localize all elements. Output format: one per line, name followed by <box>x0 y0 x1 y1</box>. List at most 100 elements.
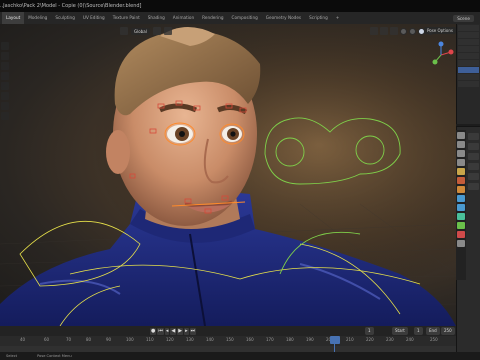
ruler-tick: 220 <box>366 337 374 342</box>
orientation-icon[interactable] <box>120 27 128 35</box>
play-reverse-icon[interactable]: ◀ <box>170 327 177 335</box>
world-props-icon[interactable] <box>457 177 465 184</box>
outliner-row[interactable] <box>458 60 479 66</box>
outliner-row-selected[interactable] <box>458 67 479 73</box>
start-frame-label: Start <box>392 327 408 335</box>
tab-sculpting[interactable]: Sculpting <box>51 12 79 24</box>
ruler-tick: 100 <box>126 337 134 342</box>
select-tool-icon[interactable] <box>1 42 9 50</box>
ruler-tick: 130 <box>186 337 194 342</box>
play-icon[interactable]: ▶ <box>177 327 184 335</box>
prop-field[interactable] <box>468 163 479 170</box>
prop-field[interactable] <box>468 153 479 160</box>
rotate-tool-icon[interactable] <box>1 72 9 80</box>
tool-props-icon[interactable] <box>457 132 465 139</box>
scene-props-icon[interactable] <box>457 168 465 175</box>
view-layer-icon[interactable] <box>457 159 465 166</box>
output-props-icon[interactable] <box>457 150 465 157</box>
prev-key-icon[interactable]: ◂ <box>164 327 170 335</box>
status-select-hint: Select <box>6 354 18 358</box>
tab-compositing[interactable]: Compositing <box>228 12 262 24</box>
prop-field[interactable] <box>468 183 479 190</box>
ruler-tick: 230 <box>386 337 394 342</box>
annotate-tool-icon[interactable] <box>1 102 9 110</box>
next-key-icon[interactable]: ▸ <box>184 327 189 335</box>
tab-animation[interactable]: Animation <box>169 12 198 24</box>
record-icon[interactable]: ● <box>150 327 157 335</box>
ruler-tick: 180 <box>286 337 294 342</box>
outliner-row[interactable] <box>458 81 479 87</box>
tool-shelf <box>0 40 10 180</box>
tab-modeling[interactable]: Modeling <box>24 12 51 24</box>
tab-scripting[interactable]: Scripting <box>305 12 332 24</box>
physics-props-icon[interactable] <box>457 213 465 220</box>
playhead-line <box>334 344 335 352</box>
material-props-icon[interactable] <box>457 240 465 247</box>
overlay-toggle-icon[interactable] <box>390 27 398 35</box>
status-context-menu-hint: Pose Context Menu <box>37 354 72 358</box>
outliner-panel <box>456 24 480 124</box>
measure-tool-icon[interactable] <box>1 112 9 120</box>
character-render <box>0 24 456 326</box>
tab-geometry-nodes[interactable]: Geometry Nodes <box>262 12 305 24</box>
playback-controls: ● ⏮ ◂ ◀ ▶ ▸ ⏭ <box>150 326 197 336</box>
cursor-tool-icon[interactable] <box>1 52 9 60</box>
timeline-playhead[interactable] <box>330 336 340 344</box>
prop-field[interactable] <box>468 173 479 180</box>
outliner-row[interactable] <box>458 39 479 45</box>
ruler-tick: 240 <box>406 337 414 342</box>
outliner-row[interactable] <box>458 32 479 38</box>
ruler-tick: 150 <box>226 337 234 342</box>
scale-tool-icon[interactable] <box>1 82 9 90</box>
end-frame-field[interactable]: 250 <box>441 327 455 335</box>
current-frame-field[interactable]: 1 <box>365 327 374 335</box>
scene-selector[interactable]: Scene <box>453 14 474 22</box>
data-props-icon[interactable] <box>457 231 465 238</box>
start-frame-field[interactable]: 1 <box>414 327 423 335</box>
tab-layout[interactable]: Layout <box>2 12 25 24</box>
outliner-row[interactable] <box>458 74 479 80</box>
render-props-icon[interactable] <box>457 141 465 148</box>
properties-tabs <box>456 130 466 280</box>
transform-orientation-dropdown[interactable]: Global <box>131 27 150 35</box>
jump-start-icon[interactable]: ⏮ <box>157 327 164 335</box>
prop-field[interactable] <box>468 143 479 150</box>
constraints-props-icon[interactable] <box>457 222 465 229</box>
ruler-tick: 170 <box>266 337 274 342</box>
move-tool-icon[interactable] <box>1 62 9 70</box>
tab-texture-paint[interactable]: Texture Paint <box>109 12 144 24</box>
add-workspace-button[interactable]: + <box>332 12 344 24</box>
particles-props-icon[interactable] <box>457 204 465 211</box>
navigation-gizmo-icon[interactable] <box>427 40 455 70</box>
outliner-row[interactable] <box>458 46 479 52</box>
status-bar: Select Pose Context Menu <box>0 352 480 360</box>
shading-wireframe-icon[interactable] <box>400 27 407 35</box>
modifier-props-icon[interactable] <box>457 195 465 202</box>
visibility-icon[interactable] <box>370 27 378 35</box>
timeline-header <box>0 326 456 336</box>
transform-tool-icon[interactable] <box>1 92 9 100</box>
outliner-row[interactable] <box>458 25 479 31</box>
timeline-ruler[interactable]: 40 60 70 80 90 100 110 120 130 140 150 1… <box>0 336 456 346</box>
end-frame-label: End <box>426 327 440 335</box>
ruler-tick: 160 <box>246 337 254 342</box>
ruler-tick: 90 <box>106 337 112 342</box>
ruler-tick: 80 <box>86 337 92 342</box>
ruler-tick: 110 <box>146 337 154 342</box>
prop-field[interactable] <box>468 133 479 140</box>
shading-solid-icon[interactable] <box>409 27 416 35</box>
tab-shading[interactable]: Shading <box>144 12 169 24</box>
snap-icon[interactable] <box>163 27 172 35</box>
outliner-row[interactable] <box>458 53 479 59</box>
pivot-icon[interactable] <box>152 27 161 35</box>
window-title: ..Jaschko\Pack 2\Model - Copie (0)\Sourc… <box>0 0 480 12</box>
pose-options-dropdown[interactable]: Pose Options <box>424 27 456 34</box>
tab-uv-editing[interactable]: UV Editing <box>79 12 109 24</box>
object-props-icon[interactable] <box>457 186 465 193</box>
gizmo-toggle-icon[interactable] <box>380 27 388 35</box>
jump-end-icon[interactable]: ⏭ <box>189 327 197 335</box>
3d-viewport[interactable] <box>0 24 456 326</box>
tab-rendering[interactable]: Rendering <box>198 12 227 24</box>
ruler-tick: 190 <box>306 337 314 342</box>
ruler-tick: 120 <box>166 337 174 342</box>
